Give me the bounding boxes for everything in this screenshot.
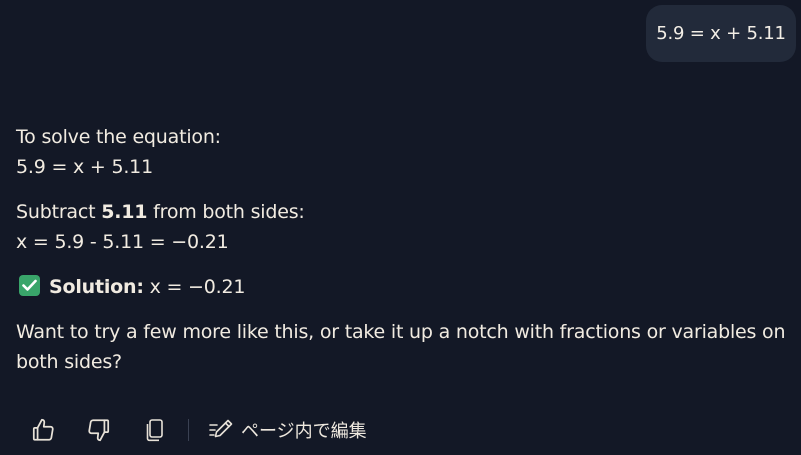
solution-label: Solution: (49, 276, 144, 298)
step-value: 5.11 (101, 201, 148, 223)
message-actions-toolbar: ページ内で編集 (28, 412, 367, 448)
response-equation: 5.9 = x + 5.11 (16, 156, 153, 178)
thumbs-up-icon (32, 418, 54, 441)
check-mark-icon (19, 275, 40, 296)
response-step: Subtract 5.11 from both sides: (16, 197, 786, 227)
user-message-text: 5.9 = x + 5.11 (656, 23, 786, 44)
thumbs-down-button[interactable] (84, 415, 114, 445)
solution-value: x = −0.21 (143, 276, 246, 298)
edit-in-page-label: ページ内で編集 (241, 421, 367, 442)
step-prefix: Subtract (16, 201, 102, 223)
edit-icon (209, 419, 233, 438)
copy-button[interactable] (140, 415, 170, 445)
response-solution: Solution: x = −0.21 (16, 272, 786, 302)
toolbar-divider (188, 419, 189, 441)
thumbs-down-icon (88, 419, 110, 442)
edit-in-page-button[interactable]: ページ内で編集 (207, 417, 367, 443)
assistant-response: To solve the equation: 5.9 = x + 5.11 Su… (16, 122, 786, 377)
response-step-calc: x = 5.9 - 5.11 = −0.21 (16, 231, 229, 253)
response-intro: To solve the equation: (16, 126, 221, 148)
copy-icon (146, 419, 163, 442)
user-message-bubble: 5.9 = x + 5.11 (646, 5, 796, 62)
step-suffix: from both sides: (147, 201, 305, 223)
response-followup: Want to try a few more like this, or tak… (16, 321, 786, 373)
thumbs-up-button[interactable] (28, 415, 58, 445)
